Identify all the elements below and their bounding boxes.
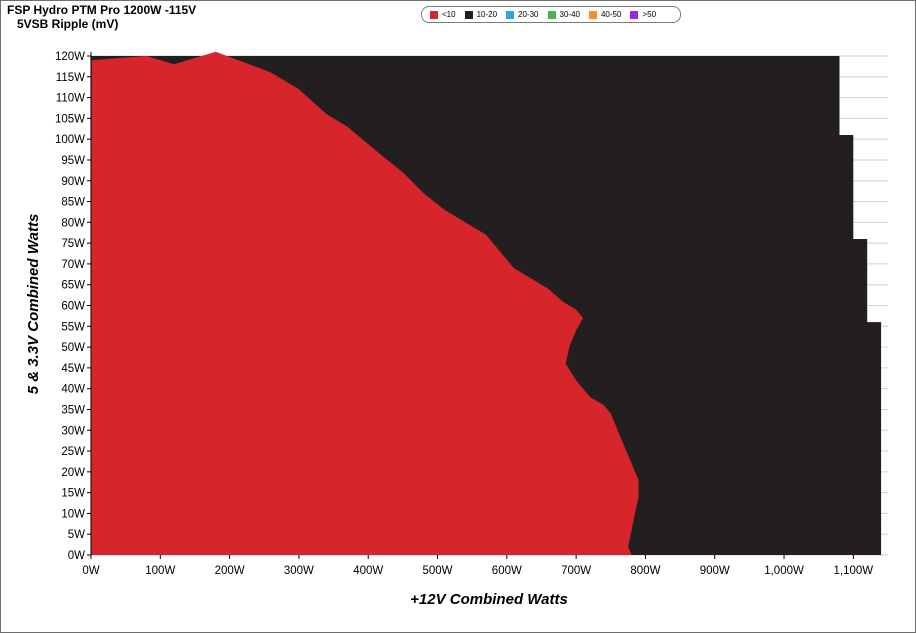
y-tick-label: 100W	[55, 134, 85, 146]
legend-item: >50	[630, 10, 656, 19]
y-tick-label: 120W	[55, 51, 85, 63]
y-tick-label: 0W	[68, 550, 85, 562]
x-tick-label: 900W	[700, 565, 730, 577]
legend-item: 10-20	[464, 10, 498, 19]
legend-swatch	[547, 10, 556, 19]
y-axis-label: 5 & 3.3V Combined Watts	[25, 214, 42, 395]
x-tick-label: 300W	[284, 565, 314, 577]
y-tick-label: 45W	[61, 363, 85, 375]
chart-title: FSP Hydro PTM Pro 1200W -115V	[7, 3, 197, 17]
y-tick-label: 115W	[56, 72, 85, 84]
y-tick-label: 55W	[61, 321, 85, 333]
y-tick-label: 65W	[61, 280, 85, 292]
legend-swatch	[464, 10, 473, 19]
y-tick-label: 85W	[61, 197, 85, 209]
y-tick-label: 5W	[68, 529, 85, 541]
legend-swatch	[630, 10, 639, 19]
y-tick-label: 10W	[61, 508, 85, 520]
legend-swatch	[430, 10, 438, 19]
x-tick-label: 200W	[215, 565, 245, 577]
x-axis-label: +12V Combined Watts	[410, 591, 568, 608]
y-tick-label: 25W	[61, 446, 85, 458]
y-tick-label: 75W	[61, 238, 85, 250]
legend-label: 40-50	[600, 10, 622, 19]
legend-label: 10-20	[476, 10, 498, 19]
x-tick-label: 1,100W	[834, 565, 874, 577]
y-tick-label: 80W	[61, 217, 85, 229]
legend-label: <10	[442, 10, 456, 19]
x-tick-label: 1,000W	[764, 565, 804, 577]
legend-item: 30-40	[547, 10, 580, 19]
plot-area	[90, 51, 882, 559]
x-tick-label: 400W	[353, 565, 383, 577]
y-tick-label: 30W	[61, 425, 85, 437]
y-tick-label: 110W	[56, 93, 85, 105]
y-tick-label: 95W	[61, 155, 85, 167]
legend-item: <10	[430, 10, 456, 19]
legend-item: 40-50	[588, 10, 622, 19]
legend-swatch	[506, 10, 515, 19]
legend-label: 20-30	[518, 10, 539, 19]
x-tick-label: 100W	[145, 565, 175, 577]
chart-frame: 0W 5W 10W 15W 20W 25W 30W 35W 40W 45W 50W 55W 60W 65W…	[0, 0, 916, 633]
y-tick-label: 20W	[61, 467, 85, 479]
y-tick-label: 40W	[61, 384, 85, 396]
y-axis-ticks: 0W 5W 10W 15W 20W 25W 30W 35W 40W 45W 50W 55W 60W 65W…	[55, 51, 91, 562]
x-axis-ticks: 0W 100W 200W 300W 400W 500W 600W 700W 800W 900W 1,…	[82, 555, 873, 577]
x-tick-label: 0W	[82, 565, 99, 577]
legend-swatch	[588, 10, 597, 19]
heatmap-chart: 0W 5W 10W 15W 20W 25W 30W 35W 40W 45W 50W 55W 60W 65W…	[25, 51, 888, 608]
legend-label: 30-40	[559, 10, 580, 19]
legend: <10 10-20 20-30 30-40 40-50 >50	[421, 6, 681, 23]
x-tick-label: 700W	[561, 565, 591, 577]
y-tick-label: 35W	[61, 404, 85, 416]
legend-item: 20-30	[506, 10, 539, 19]
chart-subtitle: 5VSB Ripple (mV)	[17, 17, 119, 31]
y-tick-label: 60W	[61, 301, 85, 313]
y-tick-label: 15W	[61, 488, 85, 500]
x-tick-label: 600W	[492, 565, 522, 577]
legend-label: >50	[642, 10, 657, 19]
x-tick-label: 800W	[630, 565, 660, 577]
y-tick-label: 50W	[61, 342, 85, 354]
y-tick-label: 105W	[55, 113, 85, 125]
x-tick-label: 500W	[422, 565, 452, 577]
y-tick-label: 70W	[61, 259, 85, 271]
y-tick-label: 90W	[61, 176, 85, 188]
